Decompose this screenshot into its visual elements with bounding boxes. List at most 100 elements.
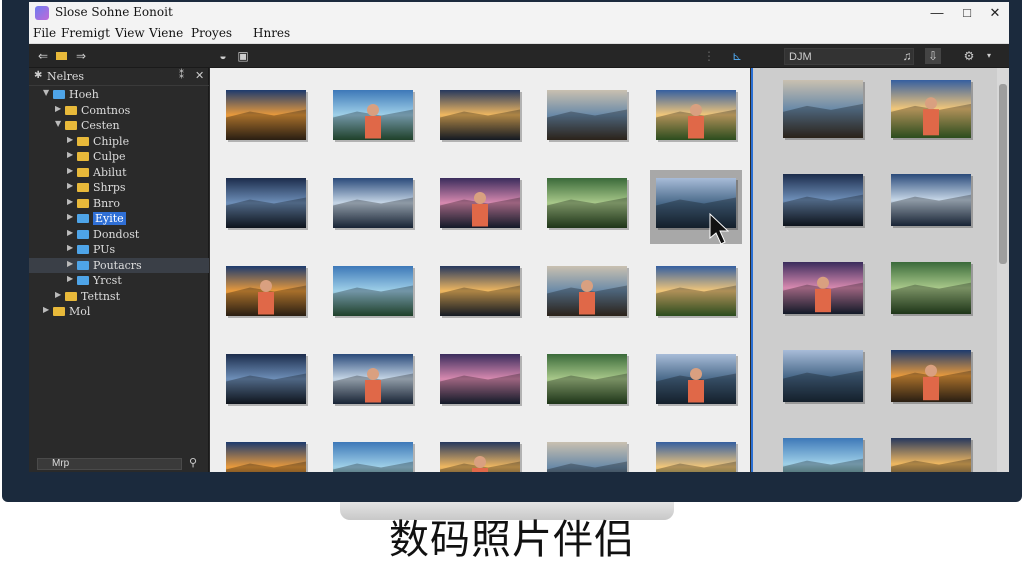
girl-beach-thumbnail[interactable] — [891, 350, 973, 404]
chevron-right-icon[interactable]: ▶ — [67, 181, 75, 190]
chevron-right-icon[interactable]: ▶ — [67, 274, 75, 283]
scrollbar[interactable] — [997, 68, 1009, 472]
sunset-field-thumbnail[interactable] — [226, 90, 308, 142]
folder-icon — [77, 276, 89, 285]
tree-item[interactable]: ▶ Tettnst — [29, 289, 209, 304]
menu-hnres[interactable]: Hnres — [253, 26, 290, 40]
girl-seaside-thumbnail[interactable] — [656, 354, 738, 406]
tree-item[interactable]: ▼ Hoeh — [29, 87, 209, 102]
selected-lake-thumbnail[interactable] — [656, 178, 738, 230]
tree-item[interactable]: ▶ PUs — [29, 242, 209, 257]
menu-file[interactable]: File — [33, 26, 56, 40]
gear-icon[interactable]: ⚙ — [961, 48, 977, 64]
tree-item-label: Bnro — [93, 197, 120, 210]
field-road-thumbnail[interactable] — [547, 354, 629, 406]
tree-item[interactable]: ▶ Yrcst — [29, 273, 209, 288]
chevron-right-icon[interactable]: ▶ — [55, 104, 63, 113]
lake-rowboat-thumbnail[interactable] — [891, 174, 973, 228]
chevron-right-icon[interactable]: ▶ — [67, 212, 75, 221]
tree-item[interactable]: ▼ Cesten — [29, 118, 209, 133]
chevron-right-icon[interactable]: ▶ — [67, 150, 75, 159]
close-button[interactable]: ✕ — [981, 4, 1009, 22]
blue-road-thumbnail[interactable] — [656, 442, 738, 472]
tree-item[interactable]: ▶ Comtnos — [29, 103, 209, 118]
beach-person-thumbnail[interactable] — [547, 266, 629, 318]
path-input[interactable] — [784, 48, 914, 65]
split-view-icon[interactable]: ▣ — [235, 48, 251, 64]
mountain-person-thumbnail[interactable] — [440, 354, 522, 406]
corridor-thumbnail[interactable] — [333, 354, 415, 406]
tree-item[interactable]: ▶ Shrps — [29, 180, 209, 195]
menu-proyes[interactable]: Proyes — [191, 26, 232, 40]
forest-girl-thumbnail[interactable] — [783, 80, 865, 140]
lake-portrait-thumbnail[interactable] — [333, 90, 415, 142]
chevron-down-icon[interactable]: ▼ — [55, 119, 63, 128]
sunrise-road-thumbnail[interactable] — [783, 438, 865, 472]
chevron-down-icon[interactable]: ▼ — [43, 88, 51, 97]
pier-sunset-thumbnail[interactable] — [783, 350, 865, 404]
home-icon[interactable]: ◒ — [215, 48, 231, 64]
sunrise-lake-thumbnail[interactable] — [226, 266, 308, 318]
tree-item-text: Tettnst — [81, 289, 120, 303]
calm-lake-thumbnail[interactable] — [333, 178, 415, 230]
chevron-right-icon[interactable]: ▶ — [67, 135, 75, 144]
stacked-photos-thumbnail[interactable] — [547, 90, 629, 142]
tree-item[interactable]: ▶ Eyite — [29, 211, 209, 226]
chevron-right-icon[interactable]: ▶ — [67, 243, 75, 252]
purple-sky-thumbnail[interactable] — [440, 178, 522, 230]
menu-view[interactable]: View — [115, 26, 145, 40]
road-field-thumbnail[interactable] — [333, 266, 415, 318]
tree-item-text: Shrps — [93, 181, 126, 194]
man-portrait-thumbnail[interactable] — [333, 442, 415, 472]
minimize-button[interactable]: — — [923, 4, 951, 22]
tree-item[interactable]: ▶ Abilut — [29, 165, 209, 180]
tree-item[interactable]: ▶ Dondost — [29, 227, 209, 242]
folder-icon — [77, 183, 89, 192]
tree-item[interactable]: ▶ Mol — [29, 304, 209, 319]
download-icon[interactable]: ⇩ — [925, 48, 941, 64]
tree-header-label: Nelres — [47, 70, 85, 83]
tree-item[interactable]: ▶ Bnro — [29, 196, 209, 211]
chevron-right-icon[interactable]: ▶ — [67, 197, 75, 206]
maximize-button[interactable]: □ — [953, 4, 981, 22]
two-girls-thumbnail[interactable] — [226, 354, 308, 406]
cliff-sunset-thumbnail[interactable] — [891, 438, 973, 472]
tree-path-thumbnail[interactable] — [656, 266, 738, 318]
back-arrow-icon[interactable]: ⇐ — [35, 48, 51, 64]
chevron-right-icon[interactable]: ▶ — [67, 228, 75, 237]
woman-meadow-thumbnail[interactable] — [891, 80, 973, 140]
chevron-right-icon[interactable]: ▶ — [43, 305, 51, 314]
mountain-lake-thumbnail[interactable] — [440, 442, 522, 472]
tree-item-label: Chiple — [93, 135, 129, 148]
dusk-lake-thumbnail[interactable] — [783, 262, 865, 316]
girl-street-thumbnail[interactable] — [547, 442, 629, 472]
tree-search-input[interactable]: Mrp — [37, 458, 182, 470]
chevron-right-icon[interactable]: ▶ — [67, 166, 75, 175]
sky-field-thumbnail[interactable] — [656, 90, 738, 142]
menu-fremigt[interactable]: Fremigt — [61, 26, 110, 40]
tree-item[interactable]: ▶ Culpe — [29, 149, 209, 164]
chevron-right-icon[interactable]: ▶ — [67, 259, 75, 268]
filter-icon[interactable]: ⚲ — [189, 456, 197, 469]
girl-field-thumbnail[interactable] — [547, 178, 629, 230]
twilight-lake-thumbnail[interactable] — [226, 178, 308, 230]
folder-icon[interactable] — [53, 48, 69, 64]
blue-dusk-thumbnail[interactable] — [226, 442, 308, 472]
road-sunset-thumbnail[interactable] — [440, 90, 522, 142]
mountain-lake-portrait-thumbnail[interactable] — [440, 266, 522, 318]
sunset-boat-thumbnail[interactable] — [783, 174, 865, 228]
pin-icon[interactable]: ⁑ — [179, 70, 184, 81]
tree-item[interactable]: ▶ Chiple — [29, 134, 209, 149]
woman-closeup-thumbnail[interactable] — [891, 262, 973, 316]
menu-viene[interactable]: Viene — [149, 26, 183, 40]
chevron-down-icon[interactable]: ▾ — [981, 48, 997, 64]
title-bar: Slose Sohne Eonoit — □ ✕ — [29, 2, 1009, 24]
tree-item[interactable]: ▶ Poutacrs — [29, 257, 209, 273]
chevron-right-icon[interactable]: ▶ — [55, 290, 63, 299]
sort-icon[interactable]: ⊾ — [729, 48, 745, 64]
close-icon[interactable]: ✕ — [195, 69, 204, 82]
forward-arrow-icon[interactable]: ⇒ — [73, 48, 89, 64]
tree-search-value: Mrp — [52, 458, 70, 469]
bell-icon[interactable]: ♫ — [899, 48, 915, 64]
scrollbar-thumb[interactable] — [999, 84, 1007, 264]
